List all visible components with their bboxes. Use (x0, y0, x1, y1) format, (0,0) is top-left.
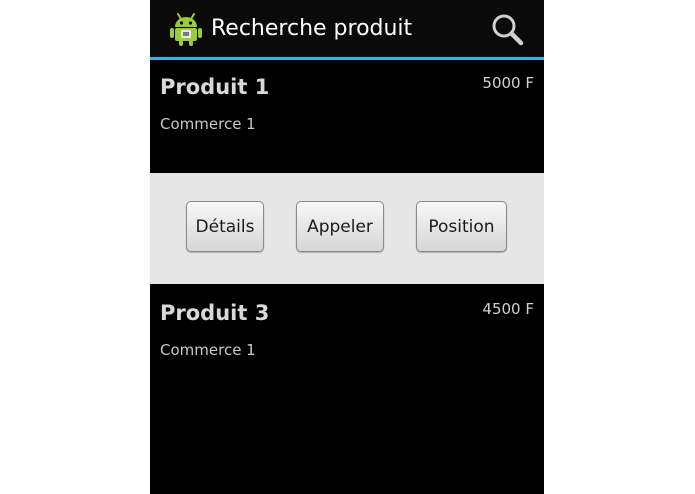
call-button[interactable]: Appeler (296, 201, 384, 252)
product-price: 5000 F (482, 74, 534, 92)
search-button[interactable] (486, 8, 530, 52)
product-shop: Commerce 1 (160, 115, 256, 133)
product-name: Produit 3 (160, 301, 270, 325)
android-icon (170, 13, 202, 46)
action-bar: Recherche produit (150, 0, 544, 57)
product-name: Produit 1 (160, 75, 270, 99)
list-item[interactable]: Produit 3 Commerce 1 4500 F (150, 285, 544, 494)
product-shop: Commerce 1 (160, 341, 256, 359)
app-screen: Recherche produit Produit 1 Commerce 1 5… (150, 0, 544, 494)
details-button[interactable]: Détails (186, 201, 264, 252)
page-title: Recherche produit (211, 16, 413, 41)
product-price: 4500 F (482, 300, 534, 318)
action-panel: Détails Appeler Position (150, 173, 544, 284)
list-item[interactable]: Produit 1 Commerce 1 5000 F (150, 60, 544, 173)
search-icon (492, 14, 524, 46)
position-button[interactable]: Position (416, 201, 507, 252)
